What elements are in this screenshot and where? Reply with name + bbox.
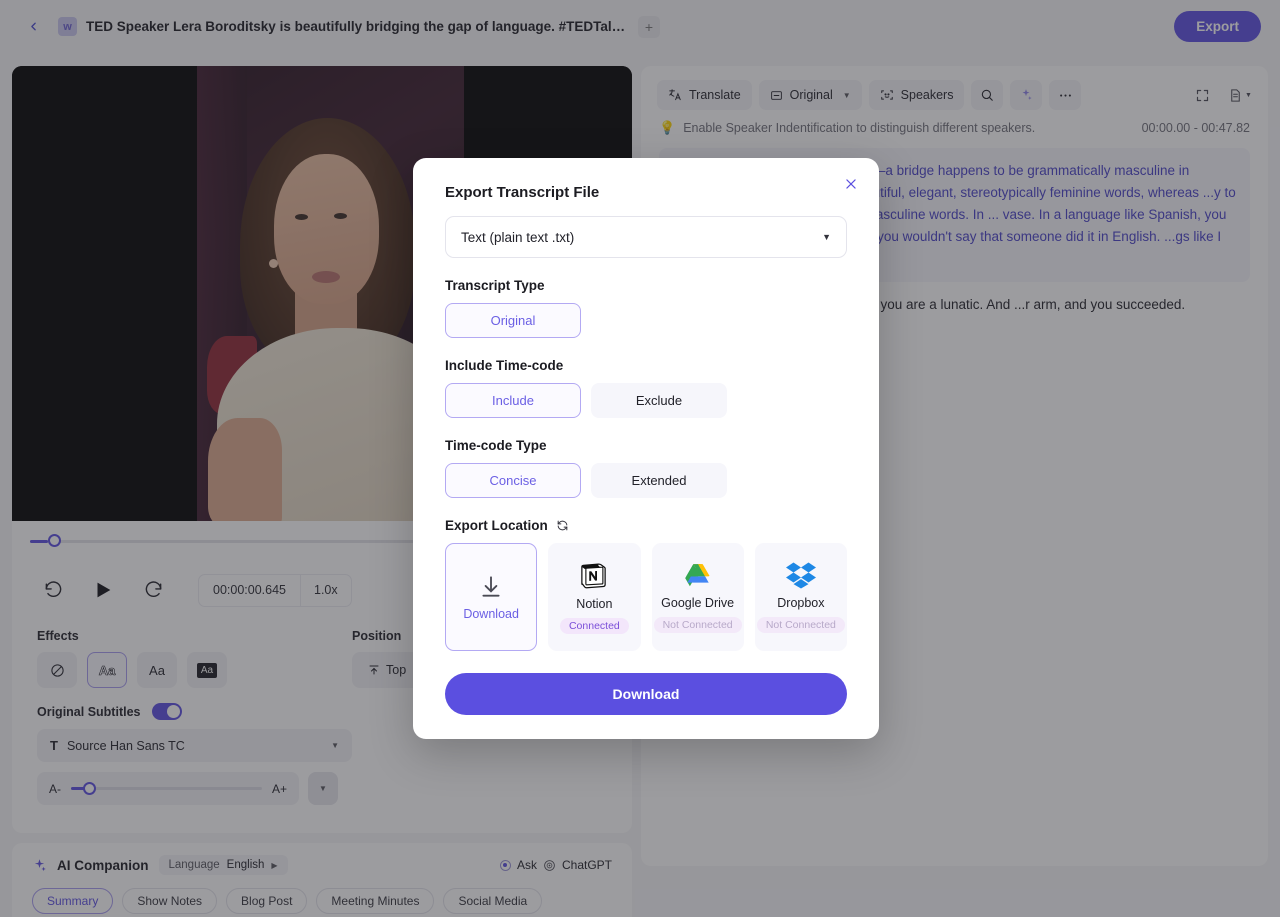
include-timecode-options: Include Exclude	[445, 383, 847, 418]
modal-title: Export Transcript File	[445, 184, 847, 201]
refresh-icon[interactable]	[556, 519, 569, 532]
export-transcript-modal: Export Transcript File Text (plain text …	[413, 158, 879, 739]
transcript-type-original-button[interactable]: Original	[445, 303, 581, 338]
export-location-label: Export Location	[445, 518, 548, 533]
app-root: w TED Speaker Lera Boroditsky is beautif…	[0, 0, 1280, 917]
location-download-label: Download	[463, 607, 519, 621]
location-notion-label: Notion	[576, 597, 612, 611]
location-notion-card[interactable]: Notion Connected	[548, 543, 640, 651]
transcript-type-options: Original	[445, 303, 847, 338]
timecode-include-button[interactable]: Include	[445, 383, 581, 418]
timecode-type-options: Concise Extended	[445, 463, 847, 498]
close-icon[interactable]	[840, 173, 862, 195]
timecode-exclude-button[interactable]: Exclude	[591, 383, 727, 418]
location-dropbox-card[interactable]: Dropbox Not Connected	[755, 543, 847, 651]
notion-status-badge: Connected	[560, 618, 629, 634]
download-submit-button[interactable]: Download	[445, 673, 847, 715]
location-google-drive-label: Google Drive	[661, 596, 734, 610]
google-drive-icon	[683, 561, 713, 589]
file-format-value: Text (plain text .txt)	[461, 230, 574, 245]
dropbox-status-badge: Not Connected	[757, 617, 845, 633]
file-format-select[interactable]: Text (plain text .txt) ▼	[445, 216, 847, 258]
export-location-options: Download Notion Connected	[445, 543, 847, 651]
timecode-type-label: Time-code Type	[445, 438, 847, 453]
notion-icon	[579, 560, 609, 590]
google-drive-status-badge: Not Connected	[654, 617, 742, 633]
dropbox-icon	[786, 561, 816, 589]
location-google-drive-card[interactable]: Google Drive Not Connected	[652, 543, 744, 651]
transcript-type-label: Transcript Type	[445, 278, 847, 293]
timecode-extended-button[interactable]: Extended	[591, 463, 727, 498]
chevron-down-icon: ▼	[822, 232, 831, 242]
location-dropbox-label: Dropbox	[777, 596, 824, 610]
location-download-card[interactable]: Download	[445, 543, 537, 651]
export-location-header: Export Location	[445, 518, 847, 533]
timecode-concise-button[interactable]: Concise	[445, 463, 581, 498]
include-timecode-label: Include Time-code	[445, 358, 847, 373]
download-icon	[478, 574, 504, 600]
